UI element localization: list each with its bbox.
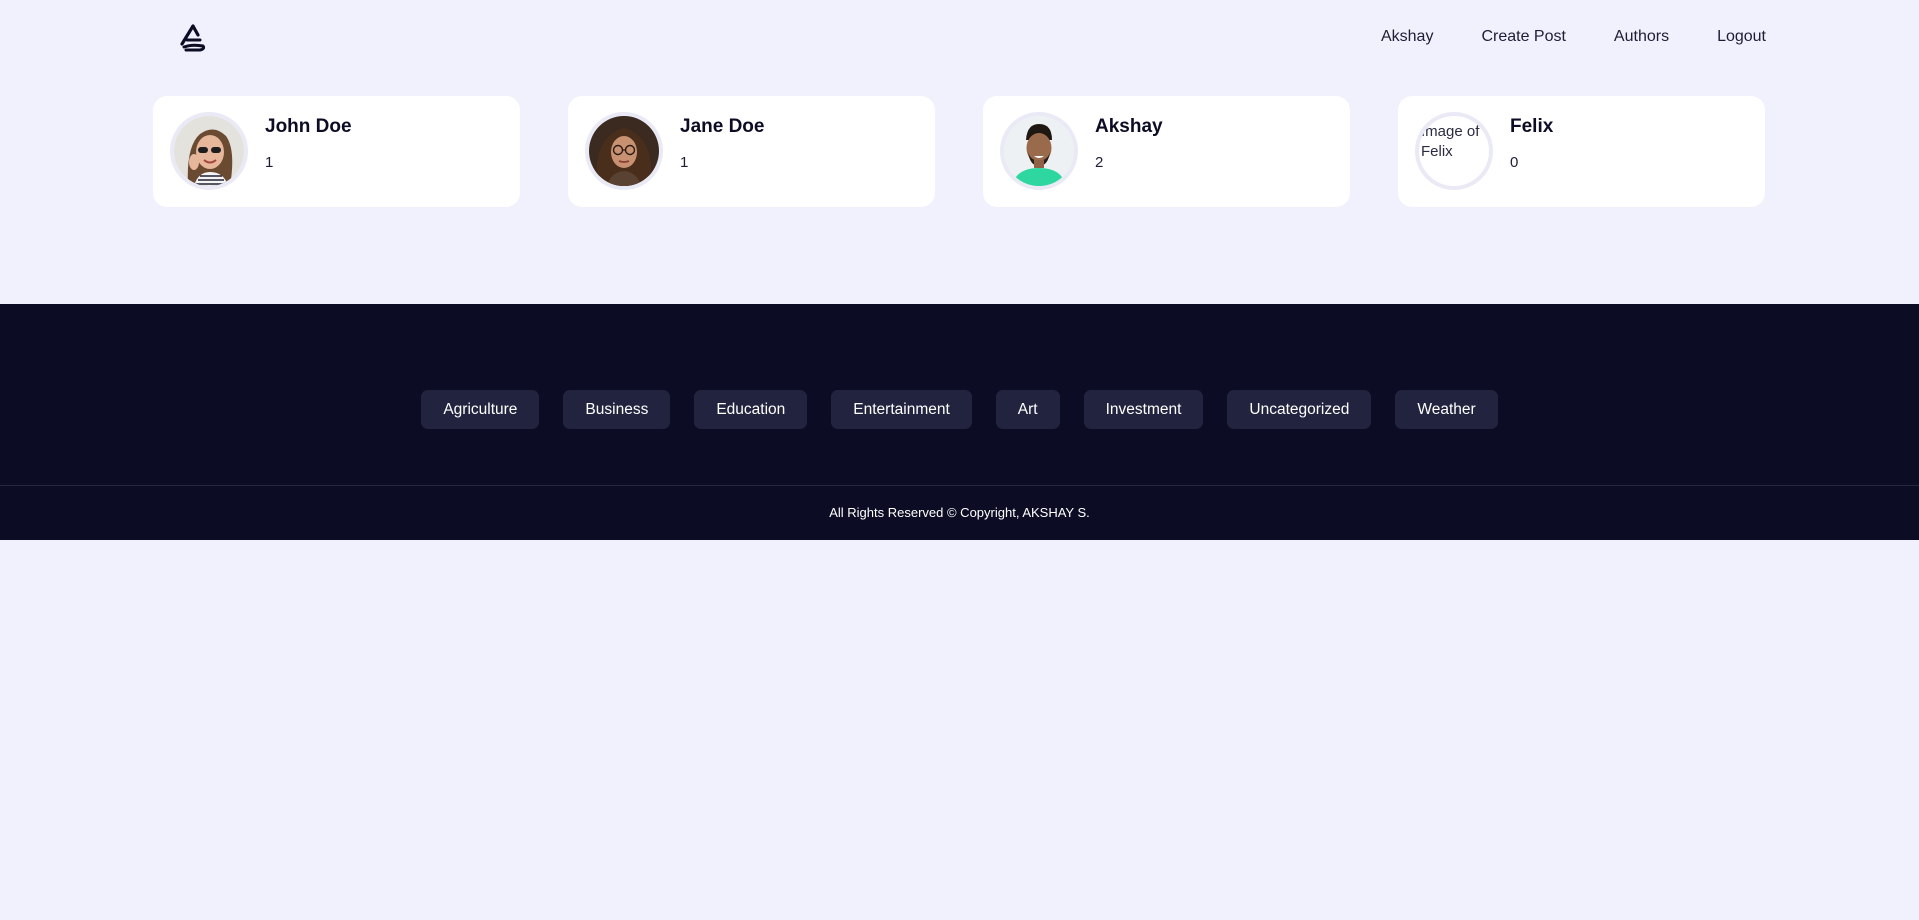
nav-link-create-post[interactable]: Create Post [1481, 28, 1565, 46]
category-link[interactable]: Art [995, 390, 1060, 429]
author-info: John Doe 1 [265, 112, 352, 191]
navbar: Akshay Create Post Authors Logout [0, 0, 1919, 76]
author-post-count: 1 [265, 154, 274, 171]
site-logo-icon[interactable] [178, 24, 208, 52]
avatar-woman-sunglasses-icon [174, 116, 244, 186]
author-card[interactable]: Image of Felix Felix 0 [1398, 96, 1765, 207]
author-name: Felix [1510, 116, 1554, 137]
footer-divider [0, 485, 1919, 486]
author-avatar [1000, 112, 1078, 190]
author-post-count: 0 [1510, 154, 1519, 171]
broken-image-alt-text: Image of Felix [1421, 123, 1480, 160]
author-post-count: 1 [680, 154, 689, 171]
author-avatar [585, 112, 663, 190]
avatar-man-green-shirt-icon [1004, 116, 1074, 186]
author-name: John Doe [265, 116, 352, 137]
nav-link-profile[interactable]: Akshay [1381, 28, 1433, 46]
author-name: Akshay [1095, 116, 1163, 137]
authors-grid: John Doe 1 Jane Doe 1 Akshay 2 Image of … [153, 96, 1766, 207]
footer: Agriculture Business Education Entertain… [0, 304, 1919, 540]
author-card[interactable]: John Doe 1 [153, 96, 520, 207]
category-list: Agriculture Business Education Entertain… [0, 390, 1919, 429]
author-card[interactable]: Jane Doe 1 [568, 96, 935, 207]
nav-link-logout[interactable]: Logout [1717, 28, 1766, 46]
author-avatar [170, 112, 248, 190]
author-info: Akshay 2 [1095, 112, 1163, 191]
author-avatar: Image of Felix [1415, 112, 1493, 190]
author-card[interactable]: Akshay 2 [983, 96, 1350, 207]
author-name: Jane Doe [680, 116, 765, 137]
author-info: Felix 0 [1510, 112, 1553, 191]
category-link[interactable]: Entertainment [831, 390, 972, 429]
nav-link-authors[interactable]: Authors [1614, 28, 1669, 46]
category-link[interactable]: Weather [1395, 390, 1498, 429]
category-link[interactable]: Education [694, 390, 808, 429]
nav-links: Akshay Create Post Authors Logout [1381, 28, 1766, 46]
category-link[interactable]: Business [563, 390, 671, 429]
author-post-count: 2 [1095, 154, 1104, 171]
category-link[interactable]: Uncategorized [1227, 390, 1372, 429]
category-link[interactable]: Agriculture [421, 390, 540, 429]
avatar-woman-glasses-icon [589, 116, 659, 186]
copyright-text: All Rights Reserved © Copyright, AKSHAY … [829, 505, 1090, 520]
author-info: Jane Doe 1 [680, 112, 764, 191]
category-link[interactable]: Investment [1083, 390, 1204, 429]
